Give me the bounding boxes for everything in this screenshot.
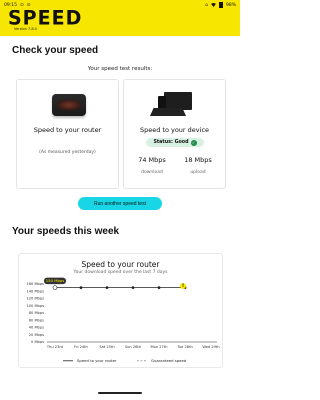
gesture-bar	[98, 392, 142, 394]
series-point-router	[79, 286, 83, 290]
router-card-note: (As measured yesterday)	[39, 150, 96, 155]
series-point-router	[131, 286, 135, 290]
check-icon: ✓	[190, 139, 197, 146]
check-speed-title: Check your speed	[12, 45, 99, 56]
tooltip-label: 150 Mbps	[46, 278, 65, 283]
router-card-label: Speed to your router	[33, 126, 102, 134]
run-speed-test-button[interactable]: Run another speed test	[78, 197, 162, 210]
x-tick-label: Fri 24th	[74, 345, 88, 349]
y-tick-label: 120 Mbps	[26, 297, 44, 301]
y-tick-label: 80 Mbps	[29, 311, 44, 315]
x-tick-label: Sun 26th	[125, 345, 141, 349]
legend-label-router: Speed to your router	[77, 358, 117, 363]
x-tick-label: Wed 29th	[202, 345, 219, 349]
week-speeds-title: Your speeds this week	[12, 226, 120, 237]
y-tick-label: 20 Mbps	[29, 333, 44, 337]
y-tick-label: 0 Mbps	[31, 340, 44, 344]
x-tick-label: Tue 28th	[176, 345, 193, 349]
router-image	[52, 94, 86, 116]
upload-speed: 18 Mbps	[184, 156, 212, 164]
legend-label-guaranteed: Guaranteed speed	[151, 358, 187, 363]
x-tick-label: Sat 25th	[99, 345, 114, 349]
cast-icon: ⌂	[205, 2, 208, 8]
router-speed-card: Speed to your router (As measured yester…	[16, 79, 119, 189]
series-point-router	[52, 285, 58, 290]
y-tick-label: 140 Mbps	[26, 289, 44, 293]
router-speed-chart-card: Speed to your router Your download speed…	[18, 253, 223, 368]
y-tick-label: 160 Mbps	[26, 282, 44, 286]
warning-icon[interactable]: !	[180, 283, 186, 289]
download-caption: download	[141, 170, 163, 175]
app-version: Version 7.8.0	[14, 27, 37, 31]
y-tick-label: 40 Mbps	[29, 326, 44, 330]
status-text: Status: Good	[153, 140, 189, 145]
notification-icon: ⊙	[26, 2, 31, 8]
status-time: 09:15	[4, 2, 17, 8]
devices-image	[150, 90, 200, 120]
status-bar: 09:15 ⊙ ⊙ ⌂ 98%	[0, 0, 240, 10]
results-heading: Your speed test results:	[87, 66, 153, 72]
series-point-router	[157, 286, 161, 290]
y-tick-label: 60 Mbps	[29, 318, 44, 322]
upload-caption: upload	[190, 170, 206, 175]
y-tick-label: 100 Mbps	[26, 304, 44, 308]
status-badge: Status: Good ✓	[146, 138, 204, 147]
device-speed-card: Speed to your device Status: Good ✓ 74 M…	[123, 79, 226, 189]
battery-icon	[218, 2, 223, 8]
series-point-router	[105, 286, 109, 290]
battery-percent: 98%	[225, 2, 236, 8]
notification-icon: ⊙	[19, 2, 24, 8]
device-card-label: Speed to your device	[139, 126, 210, 134]
x-tick-label: Thu 23rd	[46, 345, 63, 349]
wifi-icon	[210, 3, 216, 7]
speed-line-chart: 0 Mbps 20 Mbps 40 Mbps 60 Mbps 80 Mbps 100 Mb…	[26, 277, 220, 363]
download-speed: 74 Mbps	[138, 156, 166, 164]
x-tick-label: Mon 27th	[151, 345, 168, 349]
app-header: SPEED Version 7.8.0	[0, 6, 240, 36]
